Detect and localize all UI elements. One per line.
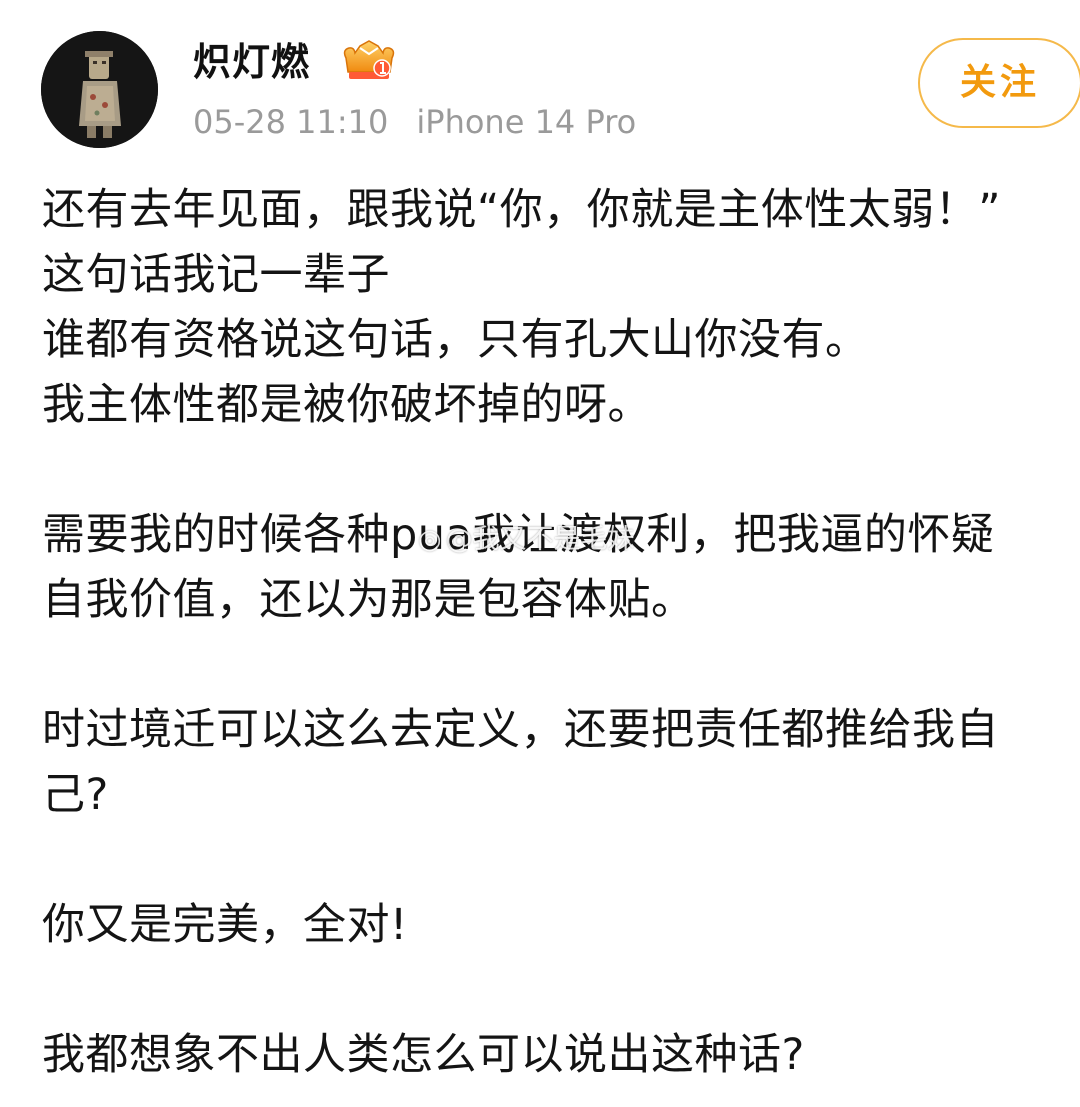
- post-line: 我都想象不出人类怎么可以说出这种话?: [42, 1030, 805, 1080]
- follow-button[interactable]: 关注: [918, 38, 1080, 128]
- post-line: 己?: [42, 770, 109, 820]
- post-line: 这句话我记一辈子: [42, 250, 390, 300]
- username[interactable]: 炽灯燃: [193, 36, 310, 88]
- post-line: 时过境迁可以这么去定义，还要把责任都推给我自: [42, 705, 999, 755]
- post-line: 还有去年见面，跟我说“你，你就是主体性太弱！”: [42, 185, 1002, 235]
- avatar-figure-icon: [41, 31, 158, 148]
- post-line: 自我价值，还以为那是包容体贴。: [42, 575, 695, 625]
- vip-crown-icon: [340, 38, 398, 84]
- post-device: iPhone 14 Pro: [416, 103, 637, 141]
- post-header: 炽灯燃 05-28 11:10 iPhone 14 Pro 关注: [0, 0, 1080, 160]
- weibo-icon: ◎: [418, 524, 442, 555]
- post-line: 我主体性都是被你破坏掉的呀。: [42, 380, 651, 430]
- post-body: 还有去年见面，跟我说“你，你就是主体性太弱！” 这句话我记一辈子 谁都有资格说这…: [42, 178, 1080, 1088]
- avatar[interactable]: [41, 31, 158, 148]
- watermark-text: @我又不是毛妹: [445, 524, 635, 555]
- post-line: 谁都有资格说这句话，只有孔大山你没有。: [42, 315, 869, 365]
- post-line: 你又是完美，全对!: [42, 900, 408, 950]
- post-meta: 05-28 11:10 iPhone 14 Pro: [193, 100, 636, 144]
- watermark: ◎ @我又不是毛妹: [418, 522, 635, 558]
- post-timestamp: 05-28 11:10: [193, 103, 389, 141]
